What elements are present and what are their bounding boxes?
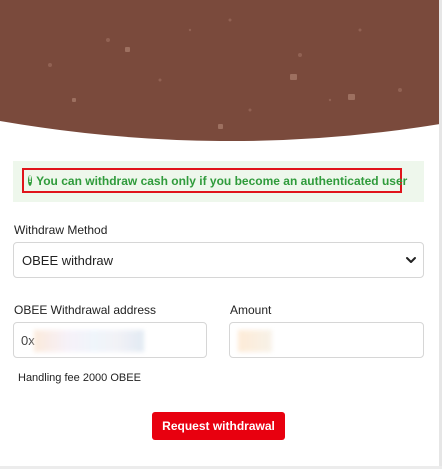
amount-input[interactable]	[229, 322, 424, 358]
address-value: 0x	[21, 333, 35, 348]
auth-alert-text: You can withdraw cash only if you become…	[36, 173, 408, 188]
amount-label: Amount	[230, 303, 272, 317]
withdraw-panel: ! You can withdraw cash only if you beco…	[0, 0, 442, 469]
address-label: OBEE Withdrawal address	[14, 303, 157, 317]
handling-fee-text: Handling fee 2000 OBEE	[18, 372, 141, 384]
header-banner	[0, 0, 440, 145]
auth-alert-highlight: ! You can withdraw cash only if you beco…	[22, 168, 407, 193]
redacted-address	[34, 330, 144, 352]
chevron-down-icon	[406, 257, 416, 263]
redacted-amount	[238, 330, 272, 352]
request-withdrawal-button[interactable]: Request withdrawal	[152, 412, 285, 440]
exclamation-circle-icon: !	[28, 175, 33, 186]
withdraw-method-label: Withdraw Method	[14, 223, 108, 237]
address-input[interactable]: 0x	[13, 322, 207, 358]
withdraw-method-select[interactable]: OBEE withdraw	[13, 242, 424, 278]
withdraw-method-value: OBEE withdraw	[22, 252, 114, 268]
